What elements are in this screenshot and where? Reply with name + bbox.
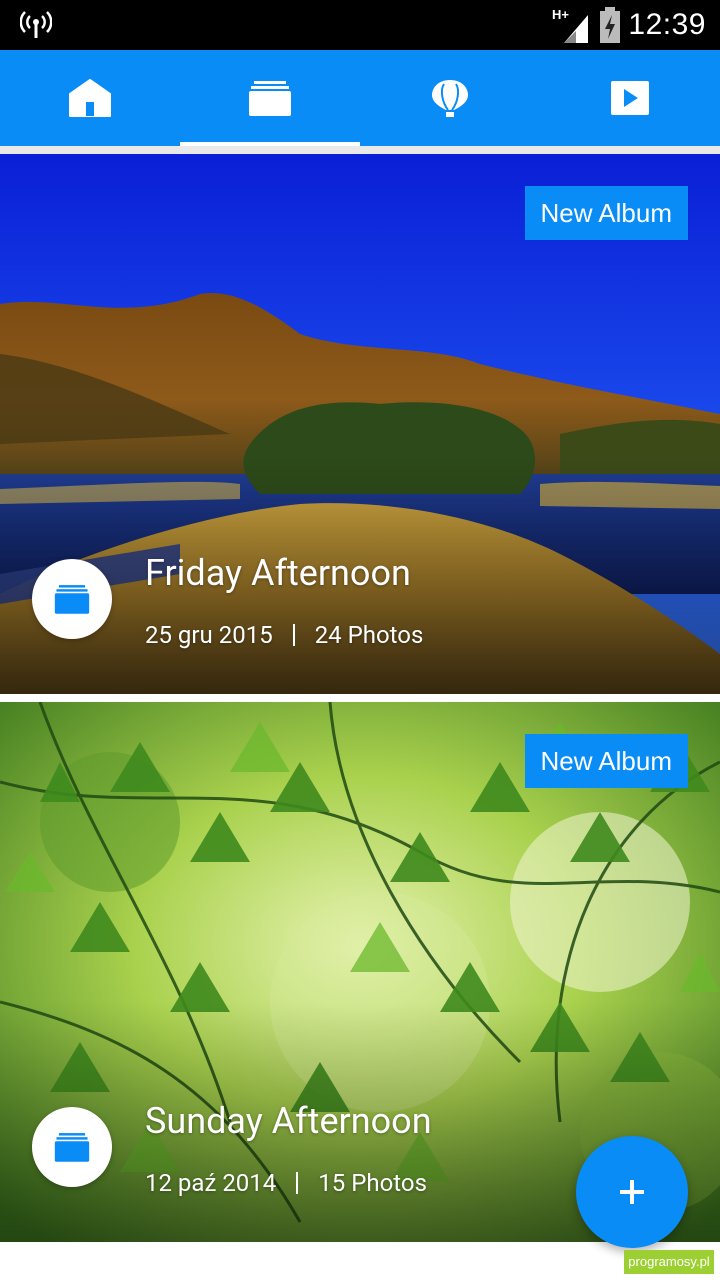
album-photo-count: 24 Photos	[314, 621, 424, 649]
tab-home[interactable]	[0, 50, 180, 146]
new-album-button[interactable]: New Album	[524, 186, 688, 240]
albums-icon	[249, 81, 291, 116]
meta-separator	[296, 1172, 299, 1194]
tab-video[interactable]	[540, 50, 720, 146]
new-album-button[interactable]: New Album	[524, 734, 688, 788]
play-icon	[611, 81, 649, 115]
tab-bar	[0, 50, 720, 146]
status-bar: H+ 12:39	[0, 0, 720, 50]
album-card[interactable]: New Album Friday Afternoon 25 gru 2015 2…	[0, 154, 720, 694]
albums-icon	[54, 1133, 90, 1162]
mobile-signal-icon: H+	[552, 7, 589, 43]
album-meta: 25 gru 2015 24 Photos	[145, 621, 423, 649]
tab-balloon[interactable]	[360, 50, 540, 146]
home-icon	[69, 79, 111, 117]
meta-separator	[292, 624, 295, 646]
broadcast-signal-icon	[20, 11, 52, 38]
battery-icon	[600, 7, 621, 43]
album-meta: 12 paź 2014 15 Photos	[145, 1169, 427, 1197]
album-date: 12 paź 2014	[145, 1169, 277, 1197]
balloon-icon	[432, 80, 468, 117]
tab-albums[interactable]	[180, 50, 360, 146]
album-date: 25 gru 2015	[145, 621, 273, 649]
albums-icon	[54, 585, 90, 614]
album-photo-count: 15 Photos	[318, 1169, 427, 1197]
album-badge	[32, 559, 112, 639]
add-album-fab[interactable]	[576, 1136, 688, 1248]
album-title: Sunday Afternoon	[145, 1100, 432, 1142]
svg-text:H+: H+	[552, 7, 569, 22]
clock: 12:39	[628, 8, 706, 41]
tab-divider	[0, 146, 720, 154]
plus-icon	[620, 1180, 644, 1204]
album-title: Friday Afternoon	[145, 552, 411, 594]
album-badge	[32, 1107, 112, 1187]
card-divider	[0, 694, 720, 702]
watermark: programosy.pl	[624, 1250, 714, 1274]
